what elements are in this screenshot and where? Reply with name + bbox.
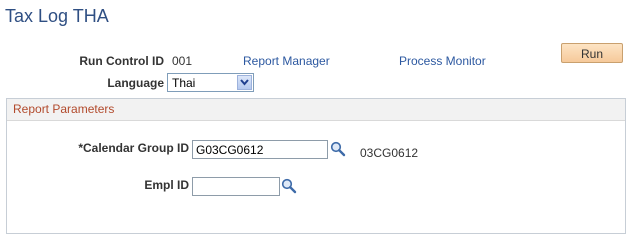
magnifying-glass-icon[interactable] [281, 178, 297, 194]
calendar-group-id-label: *Calendar Group ID [78, 141, 189, 155]
empl-id-input[interactable] [192, 177, 280, 196]
magnifying-glass-icon[interactable] [330, 141, 346, 157]
report-parameters-section: Report Parameters [6, 98, 626, 234]
report-manager-link[interactable]: Report Manager [243, 54, 330, 68]
run-button[interactable]: Run [561, 43, 623, 63]
run-control-id-label: Run Control ID [79, 54, 164, 68]
run-control-id-value: 001 [172, 54, 193, 68]
empl-id-label: Empl ID [144, 178, 189, 192]
language-selected-value: Thai [172, 76, 196, 90]
process-monitor-link[interactable]: Process Monitor [399, 54, 486, 68]
language-select[interactable]: Thai [167, 73, 254, 92]
calendar-group-id-input[interactable]: G03CG0612 [192, 140, 328, 159]
report-parameters-header: Report Parameters [7, 99, 625, 121]
page-title: Tax Log THA [5, 6, 109, 26]
calendar-group-description: 03CG0612 [360, 146, 419, 160]
chevron-down-icon[interactable] [237, 75, 252, 90]
report-parameters-title: Report Parameters [13, 102, 115, 116]
language-label: Language [107, 76, 164, 90]
